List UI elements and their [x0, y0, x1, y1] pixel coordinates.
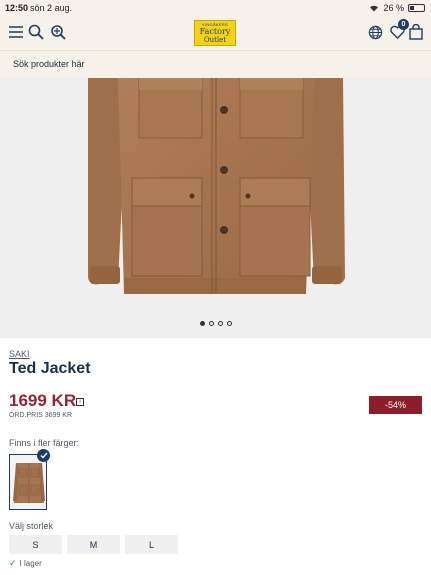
brand-link[interactable]: SAKI	[9, 349, 30, 359]
wifi-icon	[370, 5, 379, 12]
stock-text: I lager	[19, 559, 42, 568]
search-icon[interactable]	[27, 23, 45, 41]
product-price: 1699 KR	[9, 391, 77, 410]
info-icon[interactable]: i	[76, 398, 84, 406]
check-icon: ✓	[9, 558, 17, 568]
battery-percent: 26 %	[383, 3, 404, 13]
pager-dot[interactable]	[199, 321, 205, 326]
discount-badge: -54%	[369, 396, 422, 414]
logo-line2: Outlet	[203, 36, 227, 44]
status-right: 26 %	[369, 3, 425, 13]
size-selector: S M L	[9, 535, 178, 554]
factory-outlet-logo[interactable]: VINGÅKERS Factory Outlet	[194, 20, 236, 46]
status-bar: 12:50 sön 2 aug. 26 %	[0, 0, 431, 16]
size-button-l[interactable]: L	[125, 535, 178, 554]
product-title: Ted Jacket	[9, 360, 91, 377]
menu-icon[interactable]	[7, 23, 25, 41]
product-image[interactable]	[0, 78, 431, 338]
status-date: sön 2 aug.	[30, 3, 73, 13]
selected-check-icon	[37, 449, 50, 462]
colors-label: Finns i fler färger:	[9, 438, 80, 448]
battery-icon	[408, 4, 425, 12]
cart-count-badge: 0	[398, 19, 409, 30]
globe-icon[interactable]	[366, 23, 384, 41]
size-label: Välj storlek	[9, 521, 54, 531]
original-price: ORD.PRIS 3699 KR	[9, 412, 73, 419]
search-input[interactable]: Sök produkter här	[13, 59, 85, 69]
pager-dot[interactable]	[217, 321, 223, 326]
shopping-bag-icon[interactable]	[407, 23, 425, 41]
color-swatch-selected[interactable]	[9, 454, 47, 510]
pager-dot[interactable]	[226, 321, 232, 326]
scan-search-icon[interactable]	[49, 23, 67, 41]
size-button-s[interactable]: S	[9, 535, 62, 554]
size-button-m[interactable]: M	[67, 535, 120, 554]
top-header: VINGÅKERS Factory Outlet	[0, 16, 431, 50]
image-pager[interactable]	[0, 321, 431, 326]
jacket-image	[88, 78, 345, 294]
stock-status: ✓ I lager	[9, 558, 42, 569]
logo-line1: Factory	[199, 27, 231, 36]
pager-dot[interactable]	[208, 321, 214, 326]
status-time: 12:50	[5, 3, 29, 13]
search-bar[interactable]: Sök produkter här	[0, 50, 431, 78]
